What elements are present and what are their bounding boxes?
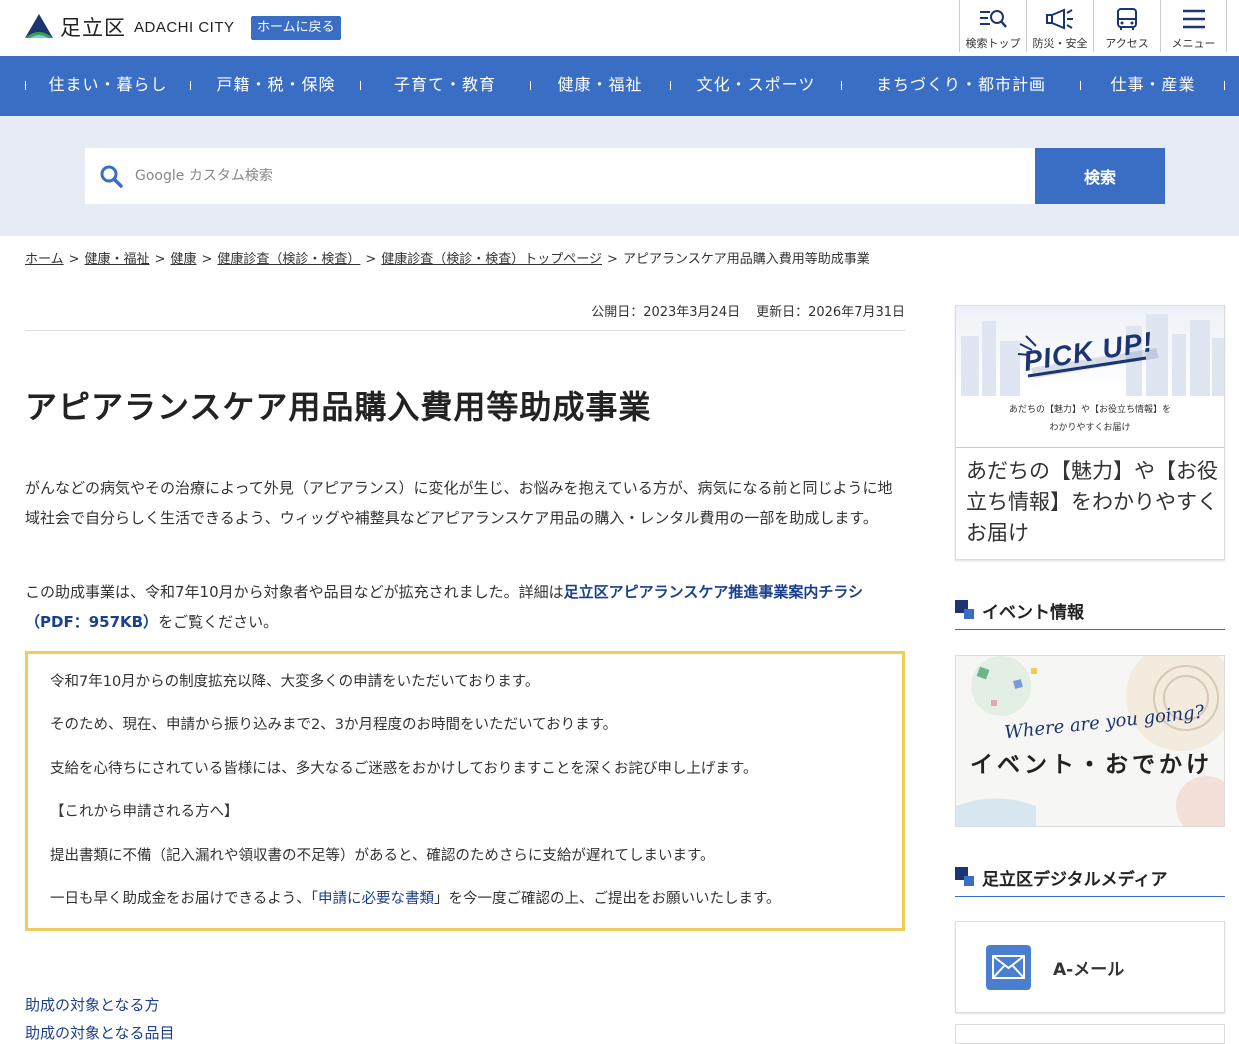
page-dates: 公開日：2023年3月24日 更新日：2026年7月31日 <box>25 301 905 320</box>
breadcrumb-separator: > <box>365 252 377 267</box>
gnav-housing[interactable]: 住まい・暮らし <box>27 56 189 116</box>
notice-line: 令和7年10月からの制度拡充以降、大変多くの申請をいただいております。 <box>50 674 540 690</box>
toc-link-eligible-items[interactable]: 助成の対象となる品目 <box>25 1024 175 1042</box>
adachi-logo-icon <box>25 14 53 38</box>
heading-square-icon <box>955 867 974 886</box>
nav-separator <box>25 81 26 90</box>
megaphone-icon <box>1046 8 1073 30</box>
breadcrumb-current: アピアランスケア用品購入費用等助成事業 <box>622 252 870 267</box>
nav-search-top[interactable]: 検索トップ <box>959 0 1026 52</box>
search-button[interactable]: 検索 <box>1035 148 1165 204</box>
logo-english: ADACHI CITY <box>134 18 235 36</box>
nav-separator <box>1224 81 1225 90</box>
nav-separator <box>670 81 671 90</box>
notice-line: 支給を心待ちにされている皆様には、多大なるご迷惑をおかけしておりますことを深くお… <box>50 760 758 777</box>
notice-text: 」を今一度ご確認の上、ご提出をお願いいたします。 <box>433 890 781 907</box>
updated-date: 更新日：2026年7月31日 <box>756 305 905 320</box>
gnav-childcare-education[interactable]: 子育て・教育 <box>362 56 528 116</box>
breadcrumb-health-checkups[interactable]: 健康診査（検診・検査） <box>217 252 360 267</box>
notice-line: そのため、現在、申請から振り込みまで2、3か月程度のお時間をいただいております。 <box>50 717 618 734</box>
breadcrumb-separator: > <box>68 252 80 267</box>
divider <box>25 330 905 331</box>
published-date: 公開日：2023年3月24日 <box>591 305 741 320</box>
gnav-registry-tax[interactable]: 戸籍・税・保険 <box>192 56 360 116</box>
event-banner[interactable]: Where are you going? イベント・おでかけ <box>955 655 1225 827</box>
pickup-subtitle-line1: あだちの【魅力】や【お役立ち情報】を <box>1008 405 1171 415</box>
breadcrumb-home[interactable]: ホーム <box>25 252 64 267</box>
header-utility-nav: 検索トップ 防災・安全 アクセス メニュー <box>959 0 1227 56</box>
breadcrumb-health[interactable]: 健康 <box>170 252 196 267</box>
nav-separator <box>530 81 531 90</box>
event-banner-illustration <box>956 656 1224 826</box>
notice-line: 提出書類に不備（記入漏れや領収書の不足等）があると、確認のためさらに支給が遅れて… <box>50 847 715 864</box>
pickup-card[interactable]: PICK UP! あだちの【魅力】や【お役立ち情報】を わかりやすくお届け あだ… <box>955 305 1225 560</box>
bus-icon <box>1117 8 1137 30</box>
home-button[interactable]: ホームに戻る <box>251 16 341 40</box>
intro-paragraph: がんなどの病気やその治療によって外見（アピアランス）に変化が生じ、お悩みを抱えて… <box>25 479 893 527</box>
nav-menu-label: メニュー <box>1171 37 1216 50</box>
gnav-health-welfare[interactable]: 健康・福祉 <box>532 56 668 116</box>
breadcrumb-separator: > <box>154 252 166 267</box>
heading-square-icon <box>955 600 974 619</box>
search-band: 検索 <box>0 116 1239 236</box>
nav-separator <box>1080 81 1081 90</box>
events-heading-text: イベント情報 <box>982 603 1084 623</box>
breadcrumb-separator: > <box>201 252 213 267</box>
site-logo[interactable]: 足立区 ADACHI CITY <box>24 12 235 42</box>
nav-menu[interactable]: メニュー <box>1160 0 1227 52</box>
nav-separator <box>841 81 842 90</box>
gnav-culture-sports[interactable]: 文化・スポーツ <box>672 56 840 116</box>
breadcrumb-health-welfare[interactable]: 健康・福祉 <box>85 252 150 267</box>
global-nav: 住まい・暮らし 戸籍・税・保険 子育て・教育 健康・福祉 文化・スポーツ まちづ… <box>0 56 1239 116</box>
gnav-work-industry[interactable]: 仕事・産業 <box>1082 56 1224 116</box>
nav-search-top-label: 検索トップ <box>965 37 1021 50</box>
logo-japanese: 足立区 <box>60 16 126 40</box>
nav-disaster-safety[interactable]: 防災・安全 <box>1026 0 1093 52</box>
toc-item: 助成の対象となる方 <box>25 994 160 1015</box>
page-title: アピアランスケア用品購入費用等助成事業 <box>25 388 652 426</box>
a-mail-card[interactable]: A-メール <box>955 921 1225 1013</box>
notice-heading: 【これから申請される方へ】 <box>50 804 239 821</box>
events-heading: イベント情報 <box>955 598 1225 630</box>
gnav-urban-planning[interactable]: まちづくり・都市計画 <box>843 56 1079 116</box>
nav-access[interactable]: アクセス <box>1093 0 1160 52</box>
pickup-subtitle-line2: わかりやすくお届け <box>1049 423 1131 433</box>
a-mail-label: A-メール <box>1053 960 1125 980</box>
nav-separator <box>360 81 361 90</box>
search-input[interactable] <box>135 148 1015 204</box>
event-banner-title: イベント・おでかけ <box>970 752 1213 778</box>
toc-item: 助成の対象となる品目 <box>25 1022 175 1043</box>
digital-media-heading: 足立区デジタルメディア <box>955 865 1225 897</box>
nav-access-label: アクセス <box>1105 37 1149 50</box>
expansion-paragraph: この助成事業は、令和7年10月から対象者や品目などが拡充されました。詳細は足立区… <box>25 577 905 637</box>
required-documents-link[interactable]: 申請に必要な書類 <box>318 891 434 907</box>
breadcrumb-health-checkups-top[interactable]: 健康診査（検診・検査）トップページ <box>381 252 602 267</box>
mail-icon <box>986 945 1031 990</box>
search-box <box>85 148 1035 204</box>
nav-disaster-safety-label: 防災・安全 <box>1032 37 1088 50</box>
expansion-text: この助成事業は、令和7年10月から対象者や品目などが拡充されました。詳細は <box>25 583 564 601</box>
notice-text: 一日も早く助成金をお届けできるよう、「 <box>50 890 318 907</box>
expansion-text-end: をご覧ください。 <box>158 613 279 631</box>
notice-line: 一日も早く助成金をお届けできるよう、「申請に必要な書類」を今一度ご確認の上、ご提… <box>50 887 880 930</box>
next-media-card[interactable] <box>955 1024 1225 1044</box>
breadcrumb: ホーム > 健康・福祉 > 健康 > 健康診査（検診・検査） > 健康診査（検診・検査）トップペ… <box>25 248 870 267</box>
breadcrumb-separator: > <box>607 252 618 267</box>
pickup-caption: あだちの【魅力】や【お役立ち情報】をわかりやすくお届け <box>966 459 1218 545</box>
pickup-banner: PICK UP! あだちの【魅力】や【お役立ち情報】を わかりやすくお届け <box>956 306 1224 448</box>
notice-box: 令和7年10月からの制度拡充以降、大変多くの申請をいただいております。 そのため… <box>25 651 905 931</box>
search-icon <box>100 165 123 188</box>
nav-separator <box>190 81 191 90</box>
site-header: 足立区 ADACHI CITY ホームに戻る 検索トップ 防災・安全 アクセス … <box>0 0 1239 56</box>
hamburger-menu-icon <box>1182 9 1205 29</box>
toc-link-eligible-persons[interactable]: 助成の対象となる方 <box>25 996 160 1014</box>
digital-media-heading-text: 足立区デジタルメディア <box>982 870 1168 890</box>
search-top-icon <box>980 10 1007 28</box>
